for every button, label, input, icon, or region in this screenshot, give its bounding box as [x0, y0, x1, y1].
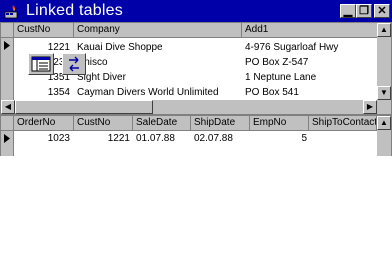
cell-saledate[interactable]: 01.07.88: [136, 133, 191, 142]
orders-vertical-scrollbar[interactable]: ▲: [377, 116, 391, 156]
table-form-button[interactable]: [28, 53, 54, 75]
app-icon[interactable]: [4, 3, 20, 19]
customers-grid[interactable]: CustNo Company Add1 1221 Kauai Dive Shop…: [0, 22, 392, 115]
table-form-icon: [31, 56, 51, 72]
customers-vertical-scrollbar[interactable]: ▲ ▼: [377, 23, 391, 100]
cell-company[interactable]: Unisco: [77, 55, 242, 70]
column-header-empno[interactable]: EmpNo: [250, 116, 309, 130]
cell-orderno[interactable]: 1023: [14, 133, 70, 142]
cell-add1[interactable]: PO Box Z-547: [245, 55, 375, 70]
cell-add1[interactable]: 1 Neptune Lane: [245, 70, 375, 85]
close-icon: ✕: [377, 5, 387, 17]
cell-empno[interactable]: 5: [253, 133, 307, 142]
column-header-saledate[interactable]: SaleDate: [133, 116, 191, 130]
customers-header: CustNo Company Add1: [1, 23, 391, 38]
orders-header: OrderNo CustNo SaleDate ShipDate EmpNo S…: [1, 116, 391, 131]
scroll-left-button[interactable]: ◀: [1, 100, 15, 114]
close-button[interactable]: ✕: [374, 4, 390, 18]
orders-grid[interactable]: OrderNo CustNo SaleDate ShipDate EmpNo S…: [0, 115, 392, 156]
column-header-custno[interactable]: CustNo: [74, 116, 133, 130]
scroll-down-button[interactable]: ▼: [377, 86, 391, 100]
cell-custno[interactable]: 1354: [14, 85, 70, 98]
title-bar[interactable]: Linked tables ▁ ❐ ✕: [0, 0, 392, 22]
current-row-arrow-icon: [4, 41, 10, 50]
horizontal-scroll-thumb[interactable]: [15, 100, 153, 114]
cell-add1[interactable]: 4-976 Sugarloaf Hwy: [245, 40, 375, 55]
link-button[interactable]: [62, 53, 86, 75]
link-arrows-icon: [69, 56, 79, 72]
arrow-right-icon: ▶: [366, 102, 374, 111]
column-header-shiptocontact[interactable]: ShipToContact: [309, 116, 377, 130]
table-row[interactable]: 1354 Cayman Divers World Unlimited PO Bo…: [14, 85, 377, 98]
maximize-button[interactable]: ❐: [356, 4, 372, 18]
arrow-up-icon: ▲: [380, 25, 388, 34]
scroll-right-button[interactable]: ▶: [363, 100, 377, 114]
window-title: Linked tables: [26, 2, 123, 19]
header-indicator-cell: [1, 23, 14, 37]
main-window: Linked tables ▁ ❐ ✕ CustNo Company Add1 …: [0, 0, 392, 156]
cell-shipdate[interactable]: 02.07.88: [194, 133, 249, 142]
current-row-arrow-icon: [4, 134, 10, 143]
cell-company[interactable]: Kauai Dive Shoppe: [77, 40, 242, 55]
column-header-add1[interactable]: Add1: [242, 23, 378, 37]
cell-company[interactable]: Sight Diver: [77, 70, 242, 85]
cell-add1[interactable]: PO Box 541: [245, 85, 375, 98]
table-row[interactable]: 1023 1221 01.07.88 02.07.88 5: [14, 133, 377, 142]
column-header-shipdate[interactable]: ShipDate: [191, 116, 250, 130]
row-indicator-column: [1, 38, 14, 100]
arrow-down-icon: ▼: [380, 88, 388, 97]
scroll-up-button[interactable]: ▲: [377, 116, 391, 130]
cell-custno[interactable]: 1221: [74, 133, 130, 142]
column-header-company[interactable]: Company: [74, 23, 242, 37]
header-indicator-cell: [1, 116, 14, 130]
column-header-custno[interactable]: CustNo: [14, 23, 74, 37]
scroll-up-button[interactable]: ▲: [377, 23, 391, 37]
maximize-icon: ❐: [359, 5, 369, 17]
minimize-button[interactable]: ▁: [340, 4, 356, 18]
minimize-icon: ▁: [343, 5, 353, 17]
cell-company[interactable]: Cayman Divers World Unlimited: [77, 85, 242, 98]
arrow-up-icon: ▲: [380, 118, 388, 127]
row-indicator-column: [1, 131, 14, 156]
arrow-left-icon: ◀: [4, 102, 12, 111]
customers-horizontal-scrollbar[interactable]: ◀ ▶: [1, 100, 391, 114]
column-header-orderno[interactable]: OrderNo: [14, 116, 74, 130]
